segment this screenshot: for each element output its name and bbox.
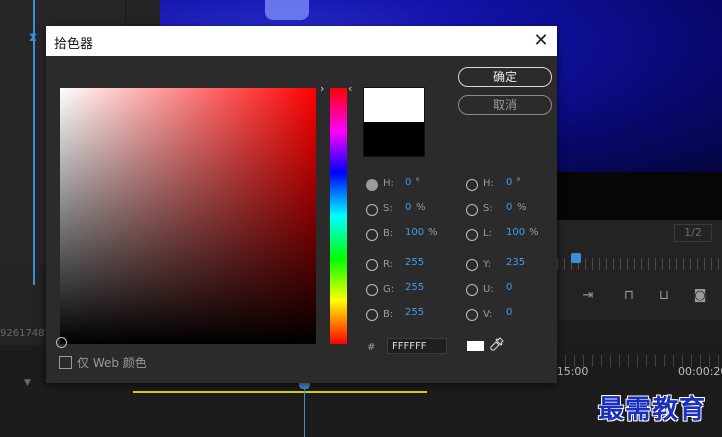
lift-icon[interactable]: ⊓	[619, 288, 639, 304]
field-label: H:	[383, 178, 394, 189]
radio-hue[interactable]	[366, 179, 378, 191]
radio-blue[interactable]	[366, 309, 378, 321]
color-swatch	[363, 87, 425, 157]
radio-brightness[interactable]	[366, 229, 378, 241]
brightness-value[interactable]: 100	[405, 227, 424, 238]
field-label: B:	[383, 228, 394, 239]
field-unit: %	[529, 227, 539, 238]
green-value[interactable]: 255	[405, 282, 424, 293]
radio-chroma-u[interactable]	[466, 284, 478, 296]
resolution-dropdown[interactable]: 1/2	[674, 224, 712, 242]
field-label: Y:	[483, 259, 492, 270]
field-label: H:	[483, 178, 494, 189]
field-unit: %	[517, 202, 527, 213]
field-label: R:	[383, 259, 394, 270]
radio-hsl-saturation[interactable]	[466, 204, 478, 216]
y-value[interactable]: 235	[506, 257, 525, 268]
field-unit: °	[415, 177, 420, 188]
field-label: U:	[483, 284, 494, 295]
web-colors-checkbox[interactable]	[59, 356, 72, 369]
original-color-swatch[interactable]	[364, 122, 424, 156]
field-label: V:	[483, 309, 493, 320]
dialog-titlebar: 拾色器 ✕	[46, 26, 557, 56]
timeline-time-mark: 00:00:20:	[678, 365, 722, 378]
red-value[interactable]: 255	[405, 257, 424, 268]
color-field-cursor[interactable]	[56, 337, 67, 348]
white-chip[interactable]	[467, 341, 484, 351]
work-area-bar[interactable]	[133, 391, 427, 393]
radio-luma-y[interactable]	[466, 259, 478, 271]
watermark-logo: 最需教育	[598, 395, 707, 425]
video-letterbox	[557, 172, 722, 220]
hex-input[interactable]: FFFFFF	[387, 338, 447, 354]
field-label: G:	[383, 284, 395, 295]
field-label: S:	[483, 203, 493, 214]
hsl-saturation-value[interactable]: 0	[506, 202, 512, 213]
eyedropper-icon[interactable]	[490, 337, 504, 354]
radio-red[interactable]	[366, 259, 378, 271]
timeline-time-mark: :15:00	[553, 365, 589, 378]
timecode-readout: 92617481	[0, 328, 46, 339]
hsl-hue-value[interactable]: 0	[506, 177, 512, 188]
radio-green[interactable]	[366, 284, 378, 296]
cancel-button[interactable]: 取消	[458, 95, 552, 115]
hue-value[interactable]: 0	[405, 177, 411, 188]
color-picker-dialog: 拾色器 ✕ › ‹ 确定 取消 H: 0 ° S: 0 % B: 100 % R…	[46, 26, 557, 383]
lightness-value[interactable]: 100	[506, 227, 525, 238]
radio-chroma-v[interactable]	[466, 309, 478, 321]
radio-lightness[interactable]	[466, 229, 478, 241]
field-label: L:	[483, 228, 492, 239]
v-value[interactable]: 0	[506, 307, 512, 318]
field-unit: %	[416, 202, 426, 213]
field-label: B:	[383, 309, 394, 320]
field-unit: °	[516, 177, 521, 188]
field-label: S:	[383, 203, 393, 214]
monitor-playhead[interactable]	[571, 253, 581, 263]
dialog-title: 拾色器	[54, 37, 94, 52]
timeline-playhead-line	[304, 384, 305, 437]
extract-icon[interactable]: ⊔	[654, 288, 674, 304]
ok-button[interactable]: 确定	[458, 67, 552, 87]
blue-value[interactable]: 255	[405, 307, 424, 318]
hourglass-icon: ⧗	[28, 30, 38, 44]
web-colors-label: 仅 Web 颜色	[77, 356, 147, 370]
saturation-value[interactable]: 0	[405, 202, 411, 213]
hex-prefix: #	[367, 342, 376, 353]
hue-slider-arrow-left-icon[interactable]: ›	[320, 82, 324, 95]
insert-icon[interactable]: ⇥	[578, 288, 598, 304]
radio-saturation[interactable]	[366, 204, 378, 216]
radio-hsl-hue[interactable]	[466, 179, 478, 191]
hue-slider-arrow-right-icon[interactable]: ‹	[348, 82, 352, 95]
monitor-ruler	[557, 258, 722, 270]
triangle-down-icon: ▼	[24, 378, 31, 388]
hue-slider[interactable]	[330, 88, 347, 344]
new-color-swatch	[364, 88, 424, 122]
field-unit: %	[428, 227, 438, 238]
camera-icon[interactable]: ◙	[690, 288, 710, 304]
saturation-brightness-field[interactable]	[60, 88, 316, 344]
u-value[interactable]: 0	[506, 282, 512, 293]
close-icon[interactable]: ✕	[530, 30, 552, 52]
video-highlight	[265, 0, 309, 20]
